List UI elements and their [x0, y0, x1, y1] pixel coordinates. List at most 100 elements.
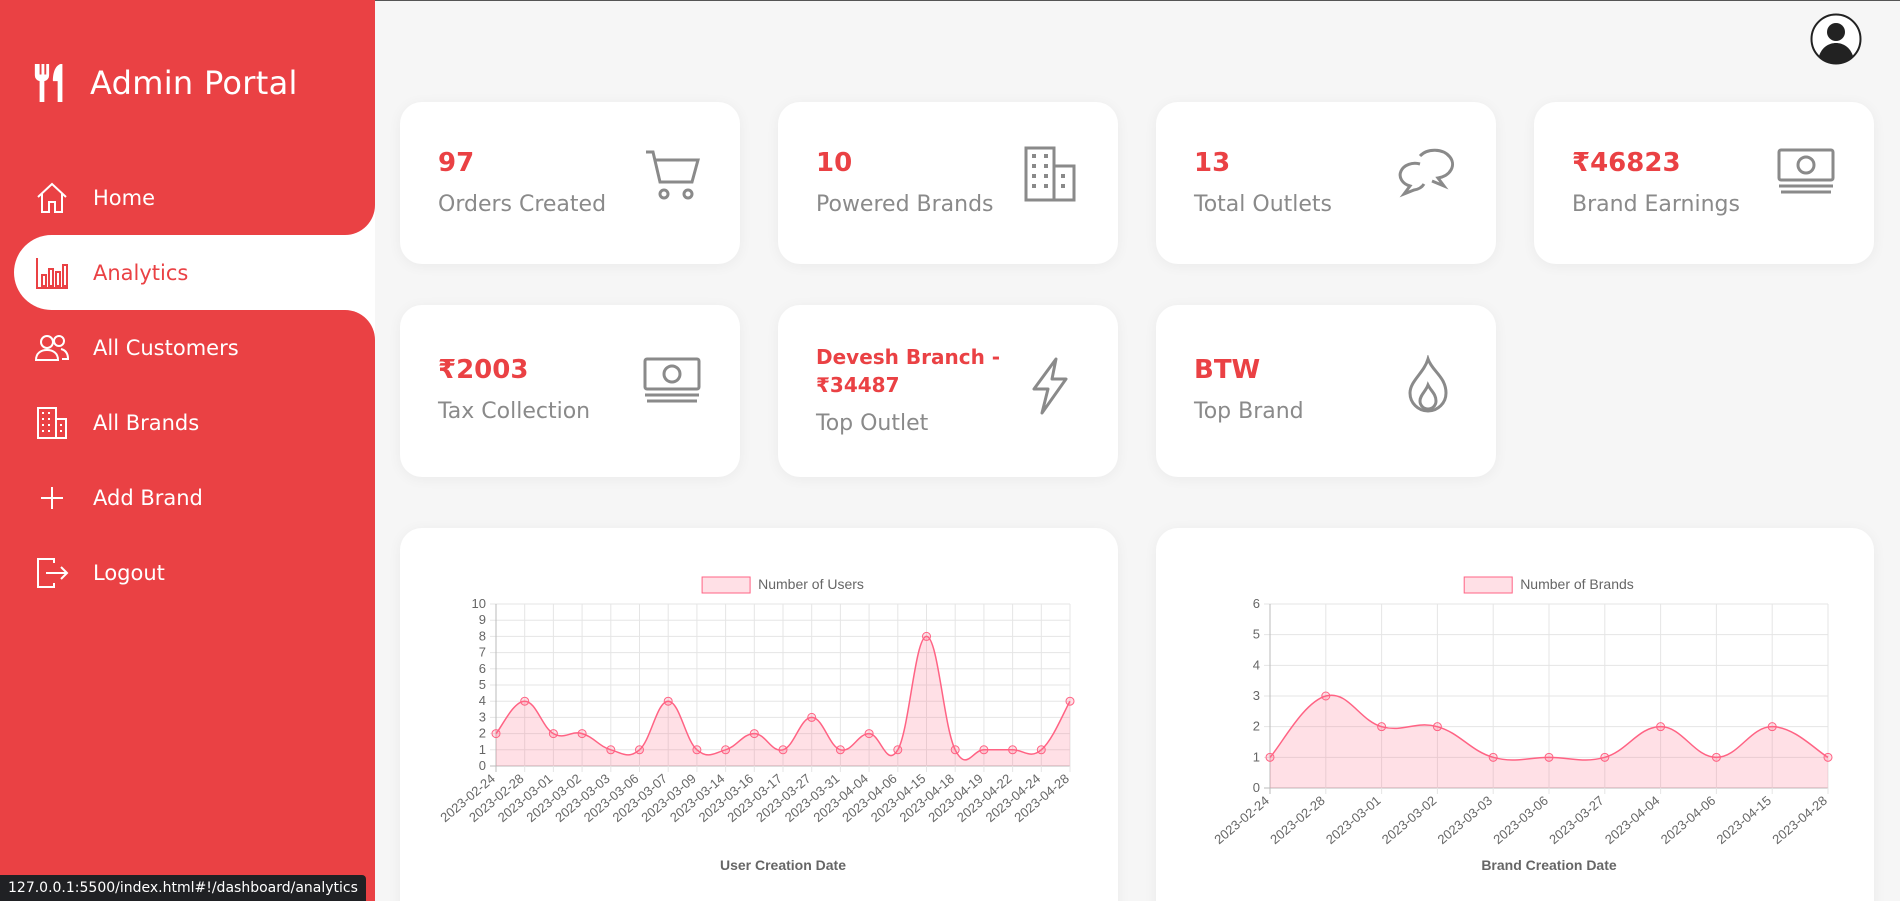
stat-label: Top Outlet	[816, 411, 929, 436]
x-tick-label: 2023-03-01	[1323, 793, 1384, 847]
legend-label: Number of Users	[758, 576, 864, 592]
sidebar-item-label: All Customers	[93, 335, 239, 360]
y-tick-label: 0	[1253, 780, 1260, 795]
x-tick-label: 2023-04-04	[1602, 793, 1663, 847]
data-point	[1600, 752, 1610, 762]
x-axis-title: Brand Creation Date	[1481, 857, 1617, 873]
top-divider	[375, 0, 1900, 1]
data-point	[835, 745, 845, 755]
stat-card-brands: 10 Powered Brands	[778, 102, 1118, 264]
data-point	[1432, 722, 1442, 732]
chat-bubbles-icon	[1398, 148, 1455, 198]
legend-label: Number of Brands	[1520, 576, 1634, 592]
data-point	[979, 745, 989, 755]
brands-chart-card: Number of Brands 0 1 2 3 4 5 6 2023-02-24 2023-02…	[1156, 528, 1874, 901]
sidebar-item-logout[interactable]: Logout	[0, 535, 375, 610]
sidebar-item-label: Home	[93, 185, 156, 210]
data-point	[635, 745, 644, 755]
y-tick-label: 2	[479, 726, 486, 741]
stat-label: Brand Earnings	[1572, 192, 1740, 217]
y-tick-label: 9	[479, 612, 486, 627]
stat-label: Tax Collection	[438, 399, 591, 424]
stat-card-earnings: ₹46823 Brand Earnings	[1534, 102, 1874, 264]
y-tick-label: 5	[479, 677, 486, 692]
data-point	[1656, 722, 1666, 732]
y-tick-label: 0	[479, 758, 486, 773]
sidebar-item-all-customers[interactable]: All Customers	[0, 310, 375, 385]
data-point	[950, 745, 960, 755]
sidebar-item-analytics[interactable]: Analytics	[14, 235, 375, 310]
data-point	[1036, 745, 1046, 755]
sidebar-item-label: Analytics	[93, 260, 189, 285]
bar-chart-icon	[36, 257, 68, 289]
utensils-icon	[34, 64, 63, 102]
data-point	[1377, 722, 1387, 732]
stat-card-top-brand: BTW Top Brand	[1156, 305, 1496, 477]
x-tick-label: 2023-04-15	[1714, 793, 1775, 847]
sidebar-item-all-brands[interactable]: All Brands	[0, 385, 375, 460]
users-icon	[34, 334, 70, 361]
flame-icon	[1408, 355, 1448, 413]
stat-card-tax: ₹2003 Tax Collection	[400, 305, 740, 477]
building-icon	[37, 406, 67, 439]
y-tick-label: 1	[479, 742, 486, 757]
stat-value: ₹46823	[1572, 148, 1681, 178]
legend-swatch	[1463, 576, 1513, 594]
y-tick-label: 1	[1253, 749, 1260, 764]
lightning-icon	[1032, 357, 1068, 415]
y-tick-label: 7	[479, 645, 486, 660]
data-point	[577, 729, 587, 739]
stat-label: Total Outlets	[1194, 192, 1332, 217]
y-tick-label: 6	[1253, 596, 1260, 611]
x-tick-label: 2023-03-03	[1435, 793, 1496, 847]
y-tick-label: 3	[479, 709, 486, 724]
data-point	[1488, 752, 1498, 762]
sidebar-item-add-brand[interactable]: Add Brand	[0, 460, 375, 535]
user-avatar-icon[interactable]	[1810, 13, 1862, 65]
sidebar-item-label: Logout	[93, 560, 165, 585]
x-tick-label: 2023-02-28	[1267, 793, 1328, 847]
data-point	[1065, 696, 1075, 706]
y-tick-label: 2	[1253, 719, 1260, 734]
building-icon	[1024, 146, 1076, 202]
y-tick-label: 3	[1253, 688, 1260, 703]
y-tick-label: 4	[1253, 657, 1260, 672]
stat-label: Orders Created	[438, 192, 607, 217]
stat-card-orders: 97 Orders Created	[400, 102, 740, 264]
sidebar-nav: Home Analytics All Customers All Brands …	[0, 160, 375, 610]
users-line-chart: Number of Users0123456789102023-02-24202…	[437, 576, 1075, 873]
data-point	[778, 745, 788, 755]
plus-icon	[41, 486, 63, 509]
data-point	[807, 712, 817, 722]
data-point	[663, 696, 673, 706]
data-point	[520, 696, 530, 706]
browser-status-url: 127.0.0.1:5500/index.html#!/dashboard/an…	[0, 875, 366, 901]
data-point	[749, 729, 759, 739]
data-point	[1767, 722, 1777, 732]
x-tick-label: 2023-04-06	[1658, 793, 1719, 847]
home-icon	[37, 182, 67, 213]
data-point	[864, 729, 874, 739]
data-point	[1711, 752, 1721, 762]
data-point	[548, 729, 558, 739]
users-chart-card: Number of Users 0 1 2 3 4 5 6 7 8 9 10 2023-02-24 202…	[400, 528, 1118, 901]
data-point	[692, 745, 702, 755]
sidebar-item-label: Add Brand	[93, 485, 203, 510]
sidebar-item-home[interactable]: Home	[0, 160, 375, 235]
x-tick-label: 2023-03-06	[1490, 793, 1551, 847]
stat-value: 13	[1194, 148, 1231, 178]
data-point	[1321, 691, 1331, 701]
x-tick-label: 2023-04-28	[1769, 793, 1830, 847]
stat-value-line1: Devesh Branch -	[816, 345, 1001, 369]
y-tick-label: 8	[479, 628, 486, 643]
x-tick-label: 2023-03-27	[1546, 793, 1607, 847]
app-brand[interactable]: Admin Portal	[32, 62, 298, 104]
sidebar-item-label: All Brands	[93, 410, 200, 435]
data-point	[1823, 752, 1833, 762]
stat-value: 97	[438, 148, 475, 178]
y-tick-label: 6	[479, 661, 486, 676]
stat-card-outlets: 13 Total Outlets	[1156, 102, 1496, 264]
x-axis-title: User Creation Date	[720, 857, 846, 873]
data-point	[721, 745, 731, 755]
y-tick-label: 5	[1253, 627, 1260, 642]
